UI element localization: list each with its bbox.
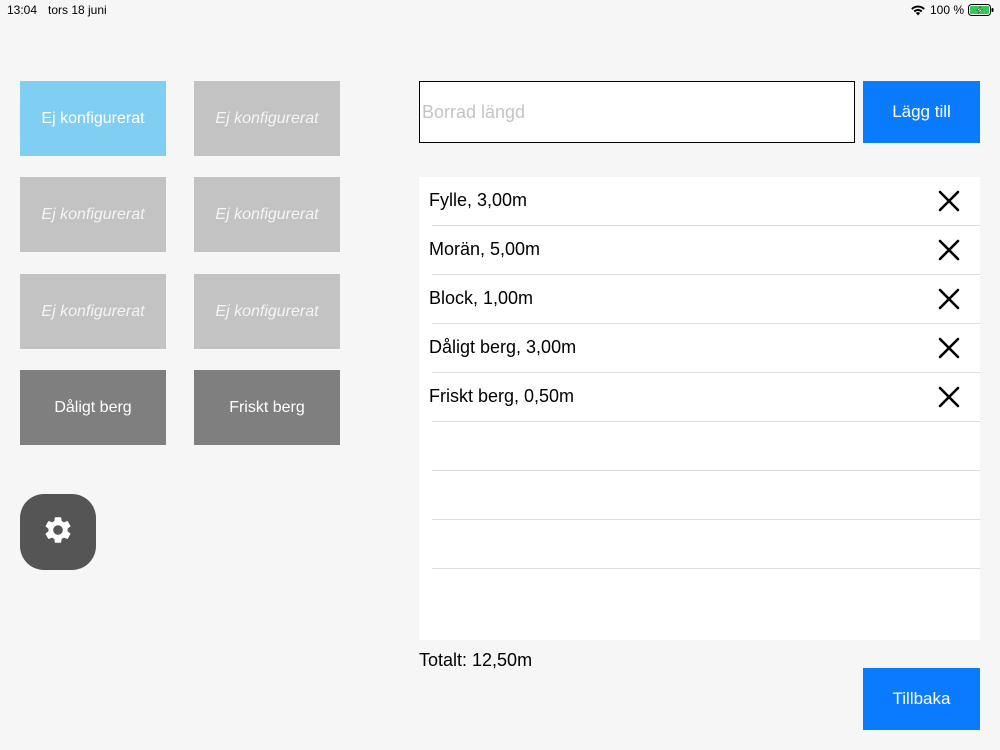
tile-button[interactable]: Friskt berg	[194, 370, 340, 445]
tile-label: Friskt berg	[229, 398, 305, 416]
close-icon[interactable]	[938, 386, 960, 408]
row-separator	[432, 519, 980, 520]
gear-icon	[42, 514, 74, 551]
total-label: Totalt: 12,50m	[419, 650, 533, 670]
status-time: 13:04	[7, 3, 38, 17]
status-bar: 13:04 tors 18 juni 100 %	[0, 0, 1000, 20]
status-right: 100 %	[910, 3, 994, 17]
list-item: Fylle, 3,00m	[419, 177, 980, 226]
layer-label: Fylle, 3,00m	[429, 190, 528, 210]
battery-icon	[968, 4, 994, 16]
list-item: Morän, 5,00m	[419, 226, 980, 275]
row-separator	[432, 568, 980, 569]
tile-button[interactable]: Ej konfigurerat	[20, 177, 166, 252]
list-item: Dåligt berg, 3,00m	[419, 324, 980, 373]
tile-button[interactable]: Ej konfigurerat	[194, 274, 340, 349]
close-icon[interactable]	[938, 288, 960, 310]
close-icon[interactable]	[938, 239, 960, 261]
tile-label: Dåligt berg	[54, 398, 132, 416]
back-button[interactable]: Tillbaka	[863, 668, 980, 730]
close-icon[interactable]	[938, 337, 960, 359]
layer-label: Dåligt berg, 3,00m	[429, 337, 577, 357]
tile-label: Ej konfigurerat	[41, 205, 145, 223]
layer-label: Friskt berg, 0,50m	[429, 386, 575, 406]
tile-label: Ej konfigurerat	[215, 302, 319, 320]
tile-button[interactable]: Ej konfigurerat	[20, 81, 166, 156]
settings-button[interactable]	[20, 494, 96, 570]
close-icon[interactable]	[938, 190, 960, 212]
list-item: Block, 1,00m	[419, 275, 980, 324]
status-date: tors 18 juni	[48, 3, 107, 17]
tile-button[interactable]: Ej konfigurerat	[20, 274, 166, 349]
row-separator	[432, 421, 980, 422]
borrad-langd-input[interactable]	[419, 81, 855, 143]
tile-label: Ej konfigurerat	[41, 109, 145, 127]
tile-label: Ej konfigurerat	[215, 109, 319, 127]
wifi-icon	[910, 4, 926, 16]
page: 13:04 tors 18 juni 100 % Ej konfigurerat…	[0, 0, 1000, 750]
layer-label: Block, 1,00m	[429, 288, 534, 308]
tile-label: Ej konfigurerat	[41, 302, 145, 320]
tile-button[interactable]: Ej konfigurerat	[194, 177, 340, 252]
row-separator	[432, 470, 980, 471]
tile-label: Ej konfigurerat	[215, 205, 319, 223]
tile-button[interactable]: Ej konfigurerat	[194, 81, 340, 156]
battery-percent: 100 %	[929, 3, 964, 17]
layer-list: Fylle, 3,00m Morän, 5,00m Block, 1,00m Dåli…	[419, 177, 980, 640]
list-item: Friskt berg, 0,50m	[419, 373, 980, 422]
add-button[interactable]: Lägg till	[863, 81, 980, 143]
layer-label: Morän, 5,00m	[429, 239, 541, 259]
tile-button[interactable]: Dåligt berg	[20, 370, 166, 445]
